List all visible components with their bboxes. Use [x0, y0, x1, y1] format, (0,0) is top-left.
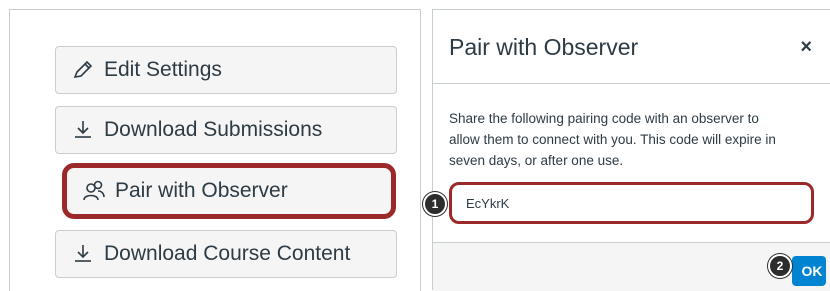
- pair-with-observer-button[interactable]: Pair with Observer: [62, 163, 396, 219]
- download-icon: [70, 241, 96, 267]
- pairing-code-field[interactable]: EcYkrK: [449, 182, 814, 224]
- step-marker-1: 1: [423, 192, 447, 216]
- download-submissions-label: Download Submissions: [104, 118, 323, 141]
- pencil-icon: [70, 57, 96, 83]
- download-course-content-label: Download Course Content: [104, 242, 351, 265]
- edit-settings-label: Edit Settings: [104, 58, 222, 81]
- download-submissions-button[interactable]: Download Submissions: [55, 106, 397, 154]
- course-sidebar-panel: Edit Settings Download Submissions Pair …: [9, 9, 421, 291]
- close-icon[interactable]: ×: [800, 36, 812, 59]
- edit-settings-button[interactable]: Edit Settings: [55, 46, 397, 94]
- pair-with-observer-dialog: Pair with Observer × Share the following…: [432, 9, 830, 291]
- dialog-header: Pair with Observer ×: [433, 10, 830, 84]
- dialog-title: Pair with Observer: [449, 34, 639, 60]
- download-icon: [70, 117, 96, 143]
- step-marker-2: 2: [768, 254, 792, 278]
- pair-with-observer-label: Pair with Observer: [115, 179, 288, 202]
- ok-button[interactable]: OK: [792, 256, 826, 286]
- observer-icon: [81, 178, 107, 204]
- pairing-instructions: Share the following pairing code with an…: [449, 111, 776, 168]
- download-course-content-button[interactable]: Download Course Content: [55, 230, 397, 278]
